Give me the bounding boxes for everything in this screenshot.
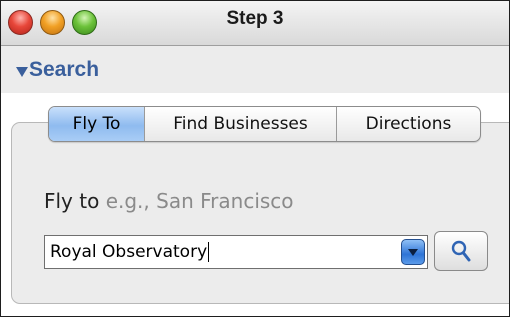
window-title: Step 3 (226, 8, 284, 29)
tab-fly-to[interactable]: Fly To (49, 107, 145, 141)
tab-directions[interactable]: Directions (337, 107, 480, 141)
disclosure-triangle-icon[interactable] (16, 67, 28, 77)
tab-find-businesses[interactable]: Find Businesses (145, 107, 337, 141)
search-tabs: Fly To Find Businesses Directions (48, 106, 481, 142)
search-panel (11, 122, 509, 304)
fly-to-label-text: Fly to (44, 189, 100, 213)
magnifier-icon (451, 240, 471, 262)
fly-to-label: Fly to e.g., San Francisco (44, 189, 294, 213)
app-window: Step 3 Search Fly To Find Businesses Dir… (0, 0, 510, 317)
search-button[interactable] (434, 231, 488, 271)
title-bar: Step 3 (1, 1, 509, 46)
fly-to-combobox[interactable]: Royal Observatory (44, 235, 428, 269)
fly-to-hint: e.g., San Francisco (105, 189, 294, 213)
search-section-title[interactable]: Search (29, 58, 99, 82)
fly-to-dropdown-button[interactable] (401, 239, 425, 265)
fly-to-input-value: Royal Observatory (50, 242, 208, 262)
text-caret (208, 242, 210, 262)
chevron-down-icon (408, 249, 418, 256)
fly-to-input[interactable]: Royal Observatory (50, 236, 210, 268)
